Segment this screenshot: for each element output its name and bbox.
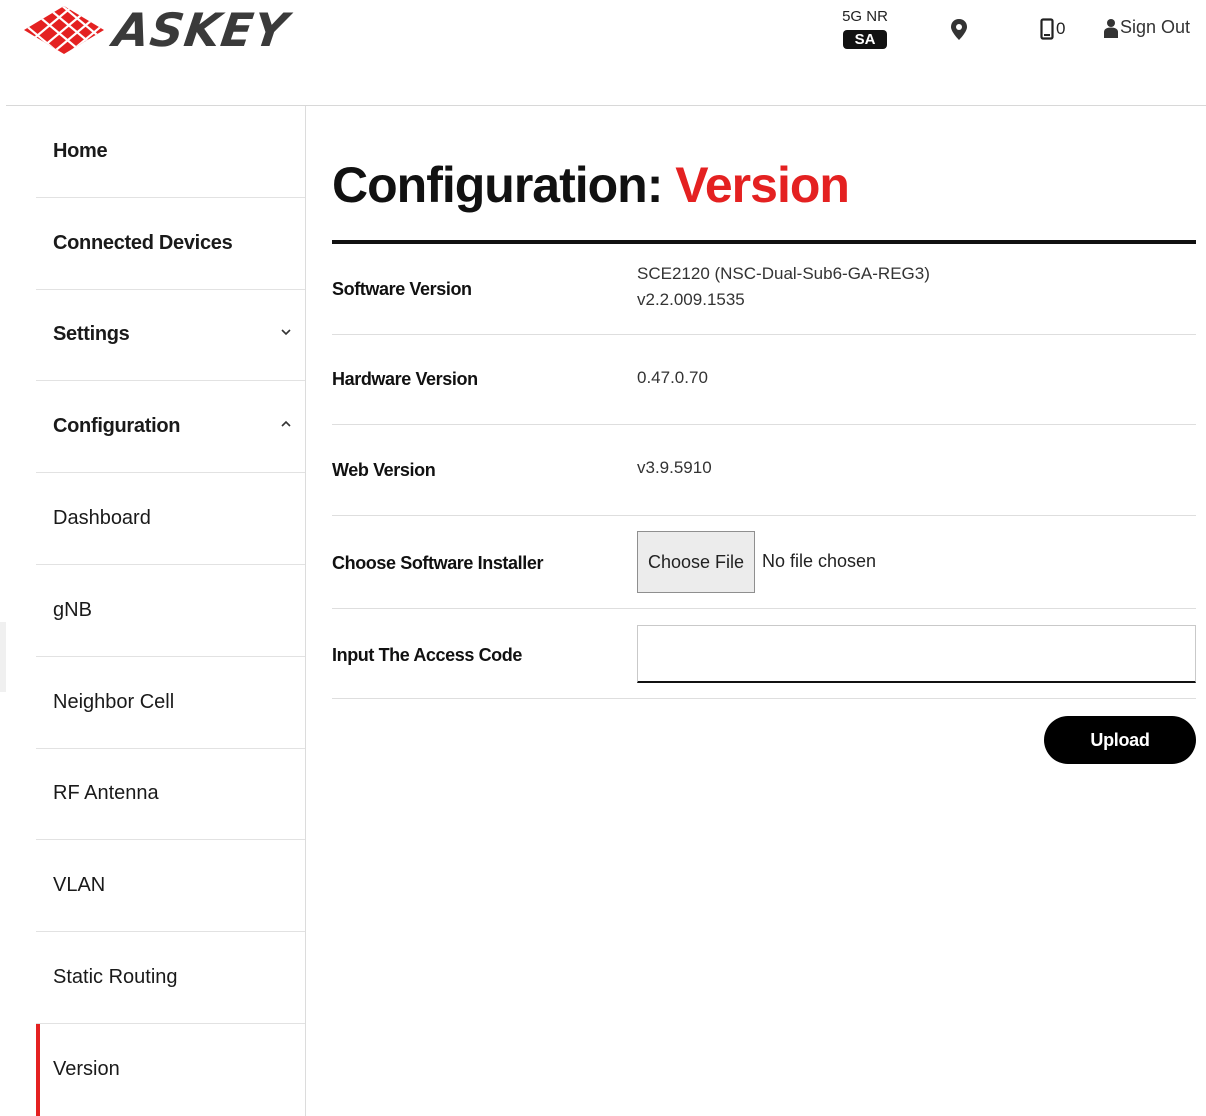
sidebar-item-static-routing[interactable]: Static Routing (36, 932, 305, 1024)
map-pin-icon (951, 19, 967, 40)
sidebar-item-label: gNB (53, 598, 92, 621)
sidebar-item-version[interactable]: Version (36, 1023, 305, 1116)
sidebar-item-vlan[interactable]: VLAN (36, 840, 305, 933)
sidebar-item-home[interactable]: Home (36, 106, 305, 198)
page-title-accent: Version (675, 157, 850, 213)
location-button[interactable] (948, 18, 970, 42)
software-version-line2: v2.2.009.1535 (637, 290, 745, 309)
software-version-label: Software Version (332, 279, 472, 299)
sidebar-item-label: VLAN (53, 874, 106, 897)
brand-name: ASKEY (110, 3, 292, 57)
page-title: Configuration: Version (332, 156, 850, 214)
chevron-down-icon[interactable] (279, 325, 293, 339)
software-version-line1: SCE2120 (NSC-Dual-Sub6-GA-REG3) (637, 264, 930, 283)
page-title-prefix: Configuration: (332, 157, 663, 213)
sidebar-item-label: RF Antenna (53, 782, 159, 805)
sidebar-item-label: Static Routing (53, 966, 178, 989)
upload-button[interactable]: Upload (1044, 716, 1196, 764)
sidebar-nav: Home Connected Devices Settings Configur… (36, 106, 306, 1116)
access-code-input[interactable] (637, 625, 1196, 683)
user-icon (1104, 18, 1118, 38)
access-code-label: Input The Access Code (332, 645, 522, 665)
sidebar-item-label: Settings (53, 323, 130, 346)
web-version-label: Web Version (332, 460, 436, 480)
hardware-version-value: 0.47.0.70 (637, 368, 708, 387)
askey-logo-icon (24, 6, 104, 54)
hardware-version-label: Hardware Version (332, 369, 478, 389)
sidebar-item-dashboard[interactable]: Dashboard (36, 473, 305, 565)
hardware-version-row: Hardware Version 0.47.0.70 (332, 335, 1196, 425)
sidebar-item-label: Dashboard (53, 507, 151, 530)
sidebar-item-label: Home (53, 139, 108, 162)
sa-mode-badge: SA (842, 30, 888, 49)
sidebar-item-neighbor-cell[interactable]: Neighbor Cell (36, 657, 305, 749)
side-edge-tab (0, 622, 6, 692)
software-version-value: SCE2120 (NSC-Dual-Sub6-GA-REG3) v2.2.009… (637, 261, 930, 313)
network-type-label: 5G NR (842, 8, 888, 25)
sidebar-item-label: Version (53, 1058, 120, 1081)
sidebar-item-gnb[interactable]: gNB (36, 565, 305, 657)
phone-icon (1040, 18, 1054, 40)
connected-devices-indicator[interactable]: 0 (1040, 18, 1065, 40)
sidebar-item-label: Neighbor Cell (53, 690, 175, 713)
sign-out-button[interactable]: Sign Out (1104, 17, 1190, 38)
chevron-up-icon[interactable] (279, 417, 293, 431)
software-version-row: Software Version SCE2120 (NSC-Dual-Sub6-… (332, 244, 1196, 335)
sidebar-item-rf-antenna[interactable]: RF Antenna (36, 749, 305, 841)
brand-logo[interactable]: ASKEY (22, 3, 292, 57)
access-code-row: Input The Access Code (332, 609, 1196, 699)
sign-out-label: Sign Out (1120, 17, 1191, 37)
device-count: 0 (1056, 19, 1066, 38)
software-installer-label: Choose Software Installer (332, 553, 544, 573)
choose-file-button[interactable]: Choose File (637, 531, 755, 593)
web-version-value: v3.9.5910 (637, 458, 712, 477)
top-header: ASKEY 5G NR SA 0 Sign Out (0, 0, 1206, 106)
sidebar-item-label: Connected Devices (53, 231, 233, 254)
software-installer-row: Choose Software Installer Choose File No… (332, 516, 1196, 609)
file-status-text: No file chosen (762, 551, 877, 571)
sidebar-item-settings[interactable]: Settings (36, 290, 305, 382)
sidebar-item-connected-devices[interactable]: Connected Devices (36, 198, 305, 290)
web-version-row: Web Version v3.9.5910 (332, 425, 1196, 516)
network-status: 5G NR SA (836, 8, 894, 49)
sidebar-item-label: Configuration (53, 415, 181, 438)
sidebar-item-configuration[interactable]: Configuration (36, 381, 305, 474)
